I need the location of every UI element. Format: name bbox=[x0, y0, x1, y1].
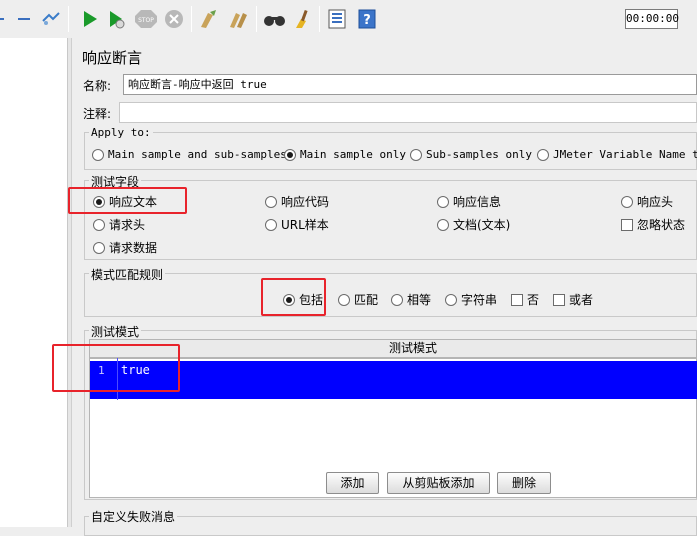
ignore-status-checkbox[interactable]: 忽略状态 bbox=[621, 217, 685, 232]
delete-button[interactable]: 删除 bbox=[497, 472, 551, 494]
radio-icon bbox=[93, 218, 105, 231]
expand-icon[interactable] bbox=[0, 9, 14, 29]
radio-icon bbox=[621, 195, 633, 208]
highlight-pattern bbox=[52, 344, 180, 392]
radio-icon bbox=[537, 148, 549, 161]
field-response-code[interactable]: 响应代码 bbox=[265, 194, 329, 209]
rule-matches[interactable]: 匹配 bbox=[338, 292, 378, 307]
start-no-pause-icon[interactable] bbox=[106, 9, 126, 29]
svg-text:?: ? bbox=[363, 13, 371, 28]
apply-to-title: Apply to: bbox=[89, 126, 153, 139]
checkbox-icon bbox=[511, 293, 523, 306]
field-url-sampled[interactable]: URL样本 bbox=[265, 217, 329, 232]
field-request-headers[interactable]: 请求头 bbox=[93, 217, 145, 232]
search-icon[interactable] bbox=[263, 9, 287, 29]
apply-to-jmeter-variable[interactable]: JMeter Variable Name to bbox=[537, 147, 697, 162]
stop-icon[interactable]: STOP bbox=[134, 9, 158, 29]
apply-to-sub-only[interactable]: Sub-samples only bbox=[410, 147, 532, 162]
rule-not-checkbox[interactable]: 否 bbox=[511, 292, 539, 307]
apply-to-main-and-sub[interactable]: Main sample and sub-samples bbox=[92, 147, 287, 162]
rule-equals[interactable]: 相等 bbox=[391, 292, 431, 307]
name-label: 名称: bbox=[83, 79, 112, 93]
field-response-message[interactable]: 响应信息 bbox=[437, 194, 501, 209]
elapsed-timer: 00:00:00 bbox=[625, 9, 679, 29]
field-document-text[interactable]: 文档(文本) bbox=[437, 217, 510, 232]
clear-all-icon[interactable] bbox=[228, 9, 248, 29]
name-field[interactable]: 响应断言-响应中返回 true bbox=[123, 74, 697, 95]
pattern-row-selected[interactable] bbox=[90, 361, 697, 399]
radio-icon bbox=[437, 218, 449, 231]
test-plan-tree[interactable] bbox=[0, 38, 68, 527]
patterns-column-header[interactable]: 测试模式 bbox=[89, 339, 697, 358]
highlight-contains bbox=[261, 278, 326, 316]
toolbar: STOP ? 00:00:00 bbox=[0, 0, 697, 38]
radio-icon bbox=[265, 195, 277, 208]
pane-splitter[interactable] bbox=[68, 38, 72, 527]
collapse-icon[interactable] bbox=[16, 9, 36, 29]
help-icon[interactable]: ? bbox=[357, 9, 377, 29]
apply-to-main-only[interactable]: Main sample only bbox=[284, 147, 406, 162]
comment-label: 注释: bbox=[83, 107, 112, 121]
checkbox-icon bbox=[553, 293, 565, 306]
radio-icon bbox=[92, 148, 104, 161]
add-from-clipboard-button[interactable]: 从剪贴板添加 bbox=[387, 472, 490, 494]
radio-icon bbox=[391, 293, 403, 306]
add-button[interactable]: 添加 bbox=[326, 472, 379, 494]
toggle-icon[interactable] bbox=[40, 9, 60, 29]
clear-icon[interactable] bbox=[198, 9, 218, 29]
radio-selected-icon bbox=[284, 148, 296, 161]
checkbox-icon bbox=[621, 218, 633, 231]
field-request-data[interactable]: 请求数据 bbox=[93, 240, 157, 255]
rule-substring[interactable]: 字符串 bbox=[445, 292, 497, 307]
function-helper-icon[interactable] bbox=[327, 9, 347, 29]
radio-icon bbox=[265, 218, 277, 231]
radio-icon bbox=[445, 293, 457, 306]
highlight-response-text bbox=[68, 187, 187, 214]
custom-failure-title: 自定义失败消息 bbox=[89, 508, 178, 525]
field-response-headers[interactable]: 响应头 bbox=[621, 194, 673, 209]
radio-icon bbox=[338, 293, 350, 306]
page-title: 响应断言 bbox=[82, 49, 143, 67]
radio-icon bbox=[93, 241, 105, 254]
rule-or-checkbox[interactable]: 或者 bbox=[553, 292, 593, 307]
start-icon[interactable] bbox=[80, 9, 100, 29]
reset-search-icon[interactable] bbox=[292, 9, 312, 29]
radio-icon bbox=[410, 148, 422, 161]
svg-text:STOP: STOP bbox=[138, 17, 154, 24]
pattern-rules-title: 模式匹配规则 bbox=[89, 266, 166, 283]
patterns-title: 测试模式 bbox=[89, 323, 142, 340]
shutdown-icon[interactable] bbox=[164, 9, 184, 29]
radio-icon bbox=[437, 195, 449, 208]
comment-field[interactable] bbox=[119, 102, 697, 123]
